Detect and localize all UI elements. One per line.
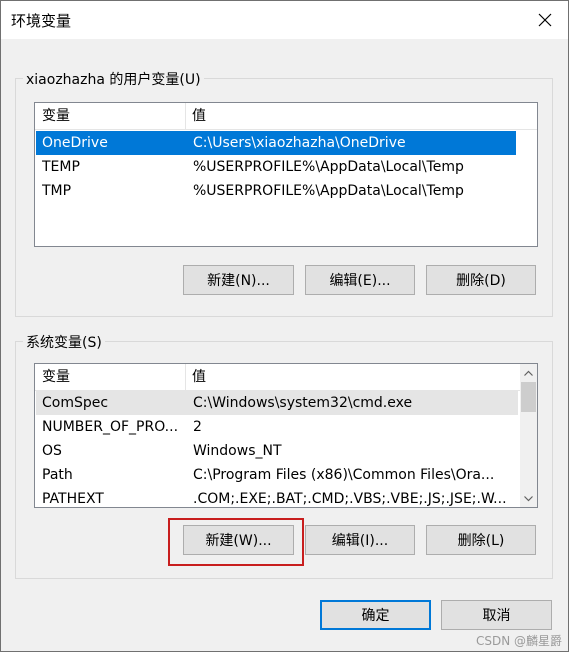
highlight-annotation-box: [168, 518, 304, 566]
scroll-up-arrow[interactable]: [520, 364, 537, 381]
user-edit-button[interactable]: 编辑(E)...: [305, 265, 415, 295]
title-bar: 环境变量: [1, 1, 568, 39]
user-new-button[interactable]: 新建(N)...: [183, 265, 294, 295]
variable-name: OneDrive: [42, 135, 108, 151]
close-button[interactable]: [530, 5, 560, 35]
variable-value: C:\Program Files (x86)\Common Files\Ora.…: [193, 467, 495, 483]
vertical-scrollbar[interactable]: [520, 364, 537, 507]
variable-name: TEMP: [42, 159, 80, 175]
close-icon: [538, 13, 552, 27]
ok-button[interactable]: 确定: [320, 600, 431, 630]
list-item[interactable]: TEMP %USERPROFILE%\AppData\Local\Temp: [36, 155, 516, 179]
variable-value: Windows_NT: [193, 443, 282, 459]
list-header: 变量 值: [35, 103, 537, 130]
watermark-text: CSDN @麟星爵: [475, 634, 562, 648]
variable-name: TMP: [42, 183, 72, 199]
variable-value: 2: [193, 419, 202, 435]
environment-variables-dialog: 环境变量 xiaozhazha 的用户变量(U) 变量 值 OneDrive C…: [0, 0, 569, 652]
chevron-down-icon: [524, 495, 533, 501]
list-item[interactable]: OneDrive C:\Users\xiaozhazha\OneDrive: [36, 131, 516, 155]
scroll-down-arrow[interactable]: [520, 490, 537, 507]
variable-value: C:\Windows\system32\cmd.exe: [193, 395, 413, 411]
user-variables-list[interactable]: 变量 值 OneDrive C:\Users\xiaozhazha\OneDri…: [34, 102, 538, 247]
cancel-button[interactable]: 取消: [441, 600, 552, 630]
window-title: 环境变量: [11, 12, 72, 30]
column-header-name[interactable]: 变量: [35, 103, 70, 129]
list-item[interactable]: Path C:\Program Files (x86)\Common Files…: [36, 463, 518, 487]
variable-name: PATHEXT: [42, 491, 104, 507]
chevron-up-icon: [524, 370, 533, 376]
system-variables-label: 系统变量(S): [23, 332, 105, 352]
user-variables-label: xiaozhazha 的用户变量(U): [23, 69, 204, 89]
list-item[interactable]: NUMBER_OF_PRO... 2: [36, 415, 518, 439]
column-header-name[interactable]: 变量: [35, 364, 70, 390]
system-delete-button[interactable]: 删除(L): [426, 525, 536, 555]
variable-name: Path: [42, 467, 73, 483]
list-header: 变量 值: [35, 364, 520, 391]
variable-value: .COM;.EXE;.BAT;.CMD;.VBS;.VBE;.JS;.JSE;.…: [193, 491, 507, 507]
scroll-thumb[interactable]: [521, 382, 536, 412]
list-item[interactable]: ComSpec C:\Windows\system32\cmd.exe: [36, 391, 518, 415]
variable-value: %USERPROFILE%\AppData\Local\Temp: [193, 183, 464, 199]
system-variables-list[interactable]: 变量 值 ComSpec C:\Windows\system32\cmd.exe…: [34, 363, 538, 508]
list-item[interactable]: PATHEXT .COM;.EXE;.BAT;.CMD;.VBS;.VBE;.J…: [36, 487, 518, 507]
variable-name: NUMBER_OF_PRO...: [42, 419, 179, 435]
user-delete-button[interactable]: 删除(D): [426, 265, 536, 295]
list-item[interactable]: TMP %USERPROFILE%\AppData\Local\Temp: [36, 179, 516, 203]
variable-name: ComSpec: [42, 395, 109, 411]
column-header-value[interactable]: 值: [185, 103, 206, 129]
list-item[interactable]: OS Windows_NT: [36, 439, 518, 463]
system-edit-button[interactable]: 编辑(I)...: [305, 525, 415, 555]
variable-name: OS: [42, 443, 62, 459]
variable-value: C:\Users\xiaozhazha\OneDrive: [193, 135, 406, 151]
variable-value: %USERPROFILE%\AppData\Local\Temp: [193, 159, 464, 175]
column-header-value[interactable]: 值: [185, 364, 206, 390]
